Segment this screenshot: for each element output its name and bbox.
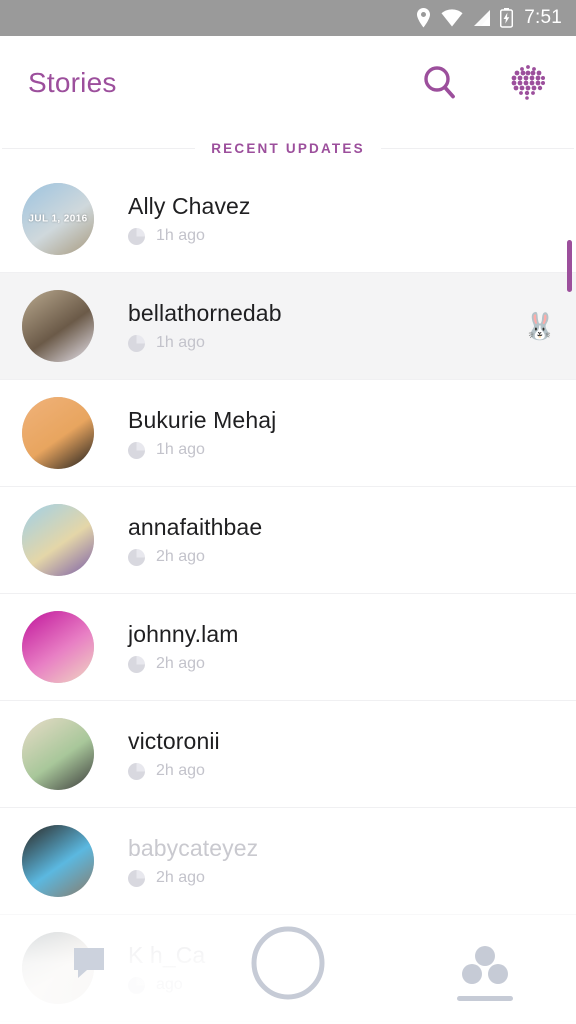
story-timestamp: 1h ago [156,334,205,351]
clock-icon [128,762,145,780]
rabbit-emoji: 🐰 [523,311,556,341]
wifi-icon [441,9,463,27]
story-text-block: Bukurie Mehaj 1h ago [128,407,276,459]
story-timestamp: 2h ago [156,762,205,779]
avatar-image [22,718,94,790]
story-username: Bukurie Mehaj [128,407,277,433]
story-timestamp: 2h ago [156,548,205,565]
section-label: RECENT UPDATES [211,140,365,156]
avatar-image [22,611,94,683]
clock-icon [128,869,145,887]
story-meta: ago [128,976,205,994]
section-header-recent-updates: RECENT UPDATES [0,130,576,166]
story-username: K h_Ca [128,942,206,968]
avatar[interactable]: JUL 1, 2016 [22,183,94,255]
story-username: Ally Chavez [128,193,251,219]
story-timestamp: 2h ago [156,655,205,672]
avatar[interactable] [22,932,94,1004]
avatar-image [22,290,94,362]
divider-left [2,147,196,149]
clock-icon [128,548,145,566]
story-timestamp: 1h ago [156,227,205,244]
story-meta: 2h ago [128,762,220,780]
story-username: babycateyez [128,835,259,861]
story-meta: 2h ago [128,548,262,566]
avatar[interactable] [22,718,94,790]
divider-right [380,147,574,149]
app-header: Stories [0,36,576,130]
story-friend-emoji-wrap: 🐰 [524,313,556,339]
story-text-block: bellathornedab 1h ago [128,300,282,352]
story-text-block: K h_Caago [128,942,205,994]
search-icon[interactable] [420,63,460,103]
story-timestamp: ago [156,976,183,993]
clock-icon [128,441,145,459]
story-row[interactable]: victoronii 2h ago [0,701,576,808]
avatar-image [22,504,94,576]
story-row[interactable]: Bukurie Mehaj 1h ago [0,380,576,487]
avatar[interactable] [22,825,94,897]
story-username: victoronii [128,728,220,754]
story-timestamp: 2h ago [156,869,205,886]
discover-dots-icon[interactable] [506,61,550,105]
avatar-image [22,932,94,1004]
clock-icon [128,334,145,352]
story-row[interactable]: JUL 1, 2016 Ally Chavez 1h ago [0,166,576,273]
location-pin-icon [415,8,432,28]
status-bar: 7:51 [0,0,576,36]
story-meta: 2h ago [128,869,258,887]
story-text-block: victoronii 2h ago [128,728,220,780]
page-title: Stories [28,67,117,98]
battery-charging-icon [500,8,514,28]
avatar[interactable] [22,290,94,362]
story-username: johnny.lam [128,621,239,647]
stories-screen: 7:51 Stories RECENT UPDATES JUL 1, 2016 … [0,0,576,1024]
story-row[interactable]: K h_Caago [0,915,576,1022]
story-text-block: johnny.lam 2h ago [128,621,239,673]
story-list: JUL 1, 2016 Ally Chavez 1h ago bellathorned… [0,166,576,1022]
story-row[interactable]: bellathornedab 1h ago 🐰 [0,273,576,380]
story-row[interactable]: annafaithbae 2h ago [0,487,576,594]
story-timestamp: 1h ago [156,441,205,458]
avatar-date-badge: JUL 1, 2016 [28,213,88,225]
story-username: bellathornedab [128,300,282,326]
scrollbar-thumb[interactable] [567,240,572,292]
avatar[interactable] [22,397,94,469]
avatar-image [22,397,94,469]
story-text-block: Ally Chavez 1h ago [128,193,251,245]
story-meta: 2h ago [128,655,239,673]
story-meta: 1h ago [128,441,276,459]
avatar[interactable] [22,504,94,576]
story-text-block: annafaithbae 2h ago [128,514,262,566]
clock-icon [128,976,145,994]
status-bar-time: 7:51 [524,7,562,28]
story-row[interactable]: johnny.lam 2h ago [0,594,576,701]
story-row[interactable]: babycateyez 2h ago [0,808,576,915]
avatar[interactable] [22,611,94,683]
story-username: annafaithbae [128,514,263,540]
clock-icon [128,227,145,245]
cellular-signal-icon [472,9,491,27]
story-text-block: babycateyez 2h ago [128,835,258,887]
story-meta: 1h ago [128,334,282,352]
story-meta: 1h ago [128,227,251,245]
clock-icon [128,655,145,673]
avatar-image [22,825,94,897]
